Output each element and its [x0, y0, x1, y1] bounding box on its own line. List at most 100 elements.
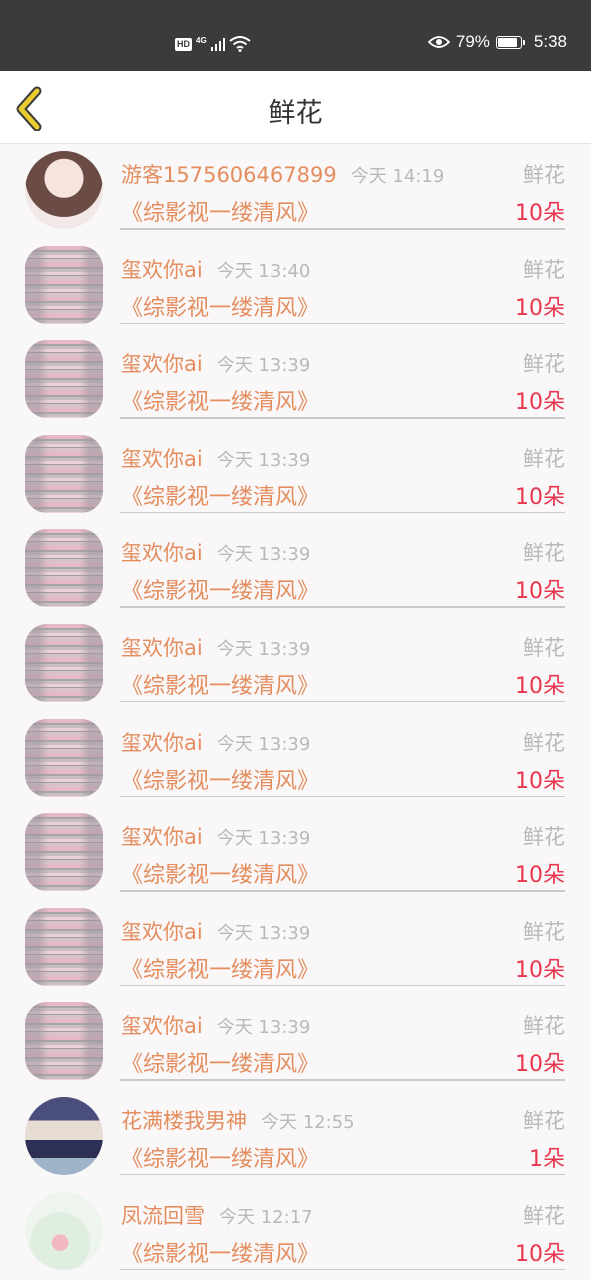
gift-type: 鲜花 — [523, 730, 565, 755]
signal-icon — [210, 37, 225, 51]
user-name-text: 玺欢你ai — [121, 825, 203, 850]
gift-type: 鲜花 — [523, 1108, 565, 1133]
user-name-text: 游客1575606467899 — [121, 163, 337, 187]
gift-count: 10朵 — [515, 863, 565, 889]
gift-count: 10朵 — [515, 201, 565, 226]
user-name: 玺欢你ai 今天 13:39 — [121, 348, 310, 378]
avatar[interactable] — [25, 1191, 103, 1270]
user-name-text: 凤流回雪 — [121, 1203, 205, 1228]
network-indicators: HD 4G — [175, 34, 251, 54]
battery-icon — [495, 35, 525, 49]
book-title[interactable]: 《综影视一缕清风》 — [121, 857, 319, 889]
book-title[interactable]: 《综影视一缕清风》 — [121, 668, 319, 700]
gift-type: 鲜花 — [523, 257, 565, 282]
avatar[interactable] — [25, 245, 103, 324]
divider — [120, 228, 565, 230]
avatar[interactable] — [25, 151, 103, 229]
divider — [120, 417, 565, 419]
avatar[interactable] — [25, 718, 103, 797]
avatar[interactable] — [25, 434, 103, 513]
gift-list: 游客1575606467899 今天 14:19 鲜花 《综影视一缕清风》 10朵 玺欢你… — [0, 143, 591, 1278]
list-item[interactable]: 凤流回雪 今天 12:17 鲜花 《综影视一缕清风》 10朵 — [0, 1184, 591, 1279]
divider — [120, 984, 565, 987]
avatar[interactable] — [25, 340, 103, 419]
gift-type: 鲜花 — [523, 352, 565, 377]
eye-icon — [427, 36, 450, 48]
book-title[interactable]: 《综影视一缕清风》 — [121, 952, 319, 984]
user-name-text: 玺欢你ai — [121, 541, 203, 566]
timestamp: 今天 13:39 — [216, 449, 311, 471]
navbar: 鲜花 — [0, 71, 591, 144]
gift-count: 10朵 — [515, 957, 565, 983]
avatar[interactable] — [25, 623, 103, 702]
list-item[interactable]: 游客1575606467899 今天 14:19 鲜花《综影视一缕清风》 10朵 — [0, 143, 591, 238]
list-item[interactable]: 花满楼我男神 今天 12:55 鲜花 《综影视一缕清风》 1朵 — [0, 1089, 591, 1184]
timestamp: 今天 13:39 — [216, 828, 311, 850]
book-title[interactable]: 《综影视一缕清风》 — [121, 1141, 319, 1173]
status-right: 79% 5:38 — [427, 32, 567, 52]
gift-type: 鲜花 — [523, 919, 565, 944]
gift-count: 10朵 — [515, 295, 565, 321]
user-name-text: 玺欢你ai — [121, 919, 203, 944]
avatar[interactable] — [25, 907, 103, 986]
user-name: 玺欢你ai 今天 13:39 — [121, 537, 310, 567]
book-title[interactable]: 《综影视一缕清风》 — [121, 1046, 319, 1078]
user-name-text: 花满楼我男神 — [121, 1108, 247, 1133]
user-name: 花满楼我男神 今天 12:55 — [121, 1105, 355, 1135]
timestamp: 今天 13:39 — [216, 1017, 311, 1039]
user-name-text: 玺欢你ai — [121, 730, 203, 755]
hd-badge: HD — [175, 37, 192, 51]
gift-count: 10朵 — [515, 768, 565, 794]
avatar[interactable] — [25, 1002, 103, 1081]
book-title[interactable]: 《综影视一缕清风》 — [121, 1236, 319, 1268]
timestamp: 今天 13:39 — [216, 638, 311, 660]
timestamp: 今天 13:40 — [216, 260, 311, 282]
timestamp: 今天 13:39 — [216, 544, 311, 566]
divider — [120, 511, 565, 514]
list-item[interactable]: 玺欢你ai 今天 13:39 鲜花《综影视一缕清风》 10朵 — [0, 711, 591, 806]
user-name: 玺欢你ai 今天 13:39 — [121, 821, 310, 851]
list-item[interactable]: 玺欢你ai 今天 13:39 鲜花《综影视一缕清风》 10朵 — [0, 332, 591, 427]
network-type: 4G — [196, 35, 207, 45]
divider — [120, 606, 565, 608]
book-title[interactable]: 《综影视一缕清风》 — [121, 479, 319, 511]
divider — [120, 322, 565, 325]
user-name: 玺欢你ai 今天 13:40 — [121, 254, 310, 284]
clock: 5:38 — [533, 32, 567, 51]
gift-count: 10朵 — [515, 484, 565, 510]
avatar[interactable] — [25, 529, 103, 608]
gift-type: 鲜花 — [523, 541, 565, 566]
list-item[interactable]: 玺欢你ai 今天 13:39 鲜花 《综影视一缕清风》 10朵 — [0, 521, 591, 616]
book-title[interactable]: 《综影视一缕清风》 — [121, 290, 319, 322]
gift-type: 鲜花 — [523, 1203, 565, 1228]
user-name: 玺欢你ai 今天 13:39 — [121, 916, 310, 946]
gift-count: 10朵 — [515, 390, 565, 416]
list-item[interactable]: 玺欢你ai 今天 13:40 鲜花《综影视一缕清风》 10朵 — [0, 238, 591, 333]
avatar[interactable] — [25, 813, 103, 892]
gift-type: 鲜花 — [523, 446, 565, 471]
list-item[interactable]: 玺欢你ai 今天 13:39 鲜花《综影视一缕清风》 10朵 — [0, 427, 591, 522]
user-name-text: 玺欢你ai — [121, 352, 203, 377]
list-item[interactable]: 玺欢你ai 今天 13:39 鲜花 《综影视一缕清风》 10朵 — [0, 805, 591, 900]
list-item[interactable]: 玺欢你ai 今天 13:39 鲜花 《综影视一缕清风》 10朵 — [0, 994, 591, 1089]
divider — [120, 890, 565, 892]
wifi-icon — [229, 36, 251, 52]
user-name: 凤流回雪 今天 12:17 — [121, 1200, 313, 1230]
timestamp: 今天 12:17 — [219, 1206, 313, 1228]
timestamp: 今天 13:39 — [216, 733, 311, 755]
book-title[interactable]: 《综影视一缕清风》 — [121, 573, 319, 605]
timestamp: 今天 14:19 — [350, 166, 445, 187]
divider — [120, 1268, 565, 1271]
book-title[interactable]: 《综影视一缕清风》 — [121, 763, 319, 795]
avatar[interactable] — [25, 1096, 103, 1175]
timestamp: 今天 13:39 — [216, 355, 311, 377]
book-title[interactable]: 《综影视一缕清风》 — [121, 195, 319, 227]
gift-type: 鲜花 — [523, 163, 565, 187]
list-item[interactable]: 玺欢你ai 今天 13:39 鲜花《综影视一缕清风》 10朵 — [0, 900, 591, 995]
book-title[interactable]: 《综影视一缕清风》 — [121, 384, 319, 416]
timestamp: 今天 12:55 — [261, 1111, 355, 1133]
list-item[interactable]: 玺欢你ai 今天 13:39 鲜花 《综影视一缕清风》 10朵 — [0, 616, 591, 711]
user-name-text: 玺欢你ai — [121, 446, 203, 471]
gift-count: 10朵 — [515, 1052, 565, 1078]
gift-count: 10朵 — [515, 673, 565, 699]
